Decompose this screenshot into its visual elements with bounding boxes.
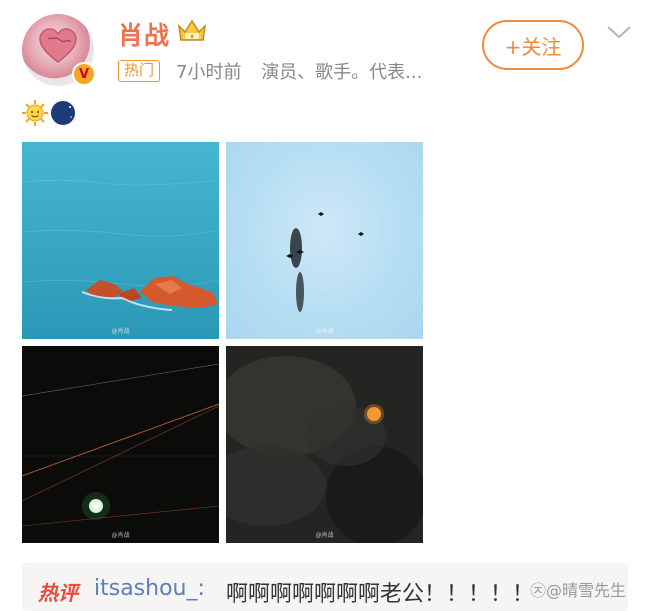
night-moon-wires-photo[interactable]: @肖战 xyxy=(22,346,219,543)
post-meta: 7小时前 演员、歌手。代表... xyxy=(176,58,422,84)
moon-face-emoji xyxy=(51,101,75,125)
svg-text:♛: ♛ xyxy=(190,34,194,40)
orange-moon-clouds-photo[interactable]: @肖战 xyxy=(226,346,423,543)
author-description: 演员、歌手。代表... xyxy=(261,62,423,83)
hot-comment-user[interactable]: itsashou_: xyxy=(94,576,205,601)
sun-face-emoji xyxy=(22,100,48,126)
post-text-emojis xyxy=(22,100,76,126)
photo-watermark: @肖战 xyxy=(315,532,334,539)
chevron-down-icon[interactable] xyxy=(605,22,633,42)
verified-badge: V xyxy=(72,62,96,86)
weibo-post: V 肖战 ♛ 热门 7小时前 演员、歌手。代表... +关注 @肖战 @肖战 @… xyxy=(0,0,650,611)
photo-watermark: @肖战 xyxy=(111,532,130,539)
sea-rocks-image xyxy=(22,142,219,339)
post-time: 7小时前 xyxy=(176,62,242,83)
hot-comment-text: 啊啊啊啊啊啊啊老公！！！！！ xyxy=(226,582,535,607)
hot-comment-tag: 热评 xyxy=(38,581,78,605)
author-name[interactable]: 肖战 xyxy=(118,16,170,52)
sky-birds-photo[interactable]: @肖战 xyxy=(226,142,423,339)
night-moon-wires-image xyxy=(22,363,219,527)
sea-rocks-photo[interactable]: @肖战 xyxy=(22,142,219,339)
photo-watermark: @肖战 xyxy=(111,328,130,335)
photo-watermark: @肖战 xyxy=(315,328,334,335)
heart-icon xyxy=(39,28,77,63)
follow-button[interactable]: +关注 xyxy=(482,20,584,70)
orange-moon-clouds-image xyxy=(226,346,423,543)
site-watermark: ㉨@晴雪先生 xyxy=(530,581,627,600)
crown-badge-icon: ♛ xyxy=(177,19,207,41)
hot-tag: 热门 xyxy=(118,60,161,82)
sky-birds-image xyxy=(286,212,364,312)
